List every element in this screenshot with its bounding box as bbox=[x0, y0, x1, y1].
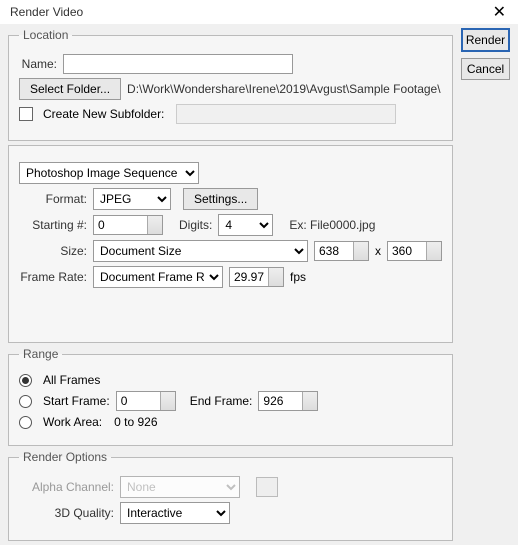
start-frame-radio[interactable] bbox=[19, 395, 32, 408]
alpha-label: Alpha Channel: bbox=[19, 480, 114, 494]
alpha-select: None bbox=[120, 476, 240, 498]
render-options-group: Render Options Alpha Channel: None 3D Qu… bbox=[8, 450, 453, 541]
size-label: Size: bbox=[19, 244, 87, 258]
alpha-swatch bbox=[256, 477, 278, 497]
range-group: Range All Frames Start Frame: End Frame:… bbox=[8, 347, 453, 446]
subfolder-input[interactable] bbox=[176, 104, 396, 124]
all-frames-label: All Frames bbox=[43, 373, 100, 387]
location-group: Location Name: Select Folder... D:\Work\… bbox=[8, 28, 453, 141]
start-frame-label: Start Frame: bbox=[43, 394, 110, 408]
settings-button[interactable]: Settings... bbox=[183, 188, 258, 210]
start-frame-input[interactable] bbox=[116, 391, 176, 411]
format-label: Format: bbox=[19, 192, 87, 206]
select-folder-button[interactable]: Select Folder... bbox=[19, 78, 121, 100]
format-group: Photoshop Image Sequence Format: JPEG Se… bbox=[8, 145, 453, 343]
work-area-value: 0 to 926 bbox=[114, 415, 157, 429]
titlebar: Render Video ✕ bbox=[0, 0, 518, 24]
fps-input[interactable] bbox=[229, 267, 284, 287]
digits-select[interactable]: 4 bbox=[218, 214, 273, 236]
starting-input[interactable] bbox=[93, 215, 163, 235]
create-subfolder-label: Create New Subfolder: bbox=[43, 107, 164, 121]
x-label: x bbox=[375, 244, 381, 258]
location-legend: Location bbox=[19, 28, 72, 42]
preset-select[interactable]: Photoshop Image Sequence bbox=[19, 162, 199, 184]
cancel-button[interactable]: Cancel bbox=[461, 58, 510, 80]
fps-unit: fps bbox=[290, 270, 306, 284]
framerate-select[interactable]: Document Frame Rate bbox=[93, 266, 223, 288]
name-label: Name: bbox=[19, 57, 57, 71]
create-subfolder-checkbox[interactable] bbox=[19, 107, 33, 121]
all-frames-radio[interactable] bbox=[19, 374, 32, 387]
render-button[interactable]: Render bbox=[461, 28, 510, 52]
end-frame-input[interactable] bbox=[258, 391, 318, 411]
work-area-label: Work Area: bbox=[43, 415, 102, 429]
end-frame-label: End Frame: bbox=[190, 394, 253, 408]
render-options-legend: Render Options bbox=[19, 450, 111, 464]
close-icon[interactable]: ✕ bbox=[489, 2, 510, 22]
filename-example: Ex: File0000.jpg bbox=[289, 218, 375, 232]
quality-select[interactable]: Interactive bbox=[120, 502, 230, 524]
folder-path: D:\Work\Wondershare\Irene\2019\Avgust\Sa… bbox=[127, 82, 441, 96]
format-select[interactable]: JPEG bbox=[93, 188, 171, 210]
size-select[interactable]: Document Size bbox=[93, 240, 308, 262]
starting-label: Starting #: bbox=[19, 218, 87, 232]
width-input[interactable] bbox=[314, 241, 369, 261]
height-input[interactable] bbox=[387, 241, 442, 261]
name-input[interactable] bbox=[63, 54, 293, 74]
digits-label: Digits: bbox=[179, 218, 212, 232]
quality-label: 3D Quality: bbox=[19, 506, 114, 520]
range-legend: Range bbox=[19, 347, 62, 361]
work-area-radio[interactable] bbox=[19, 416, 32, 429]
window-title: Render Video bbox=[10, 5, 83, 19]
framerate-label: Frame Rate: bbox=[19, 270, 87, 284]
